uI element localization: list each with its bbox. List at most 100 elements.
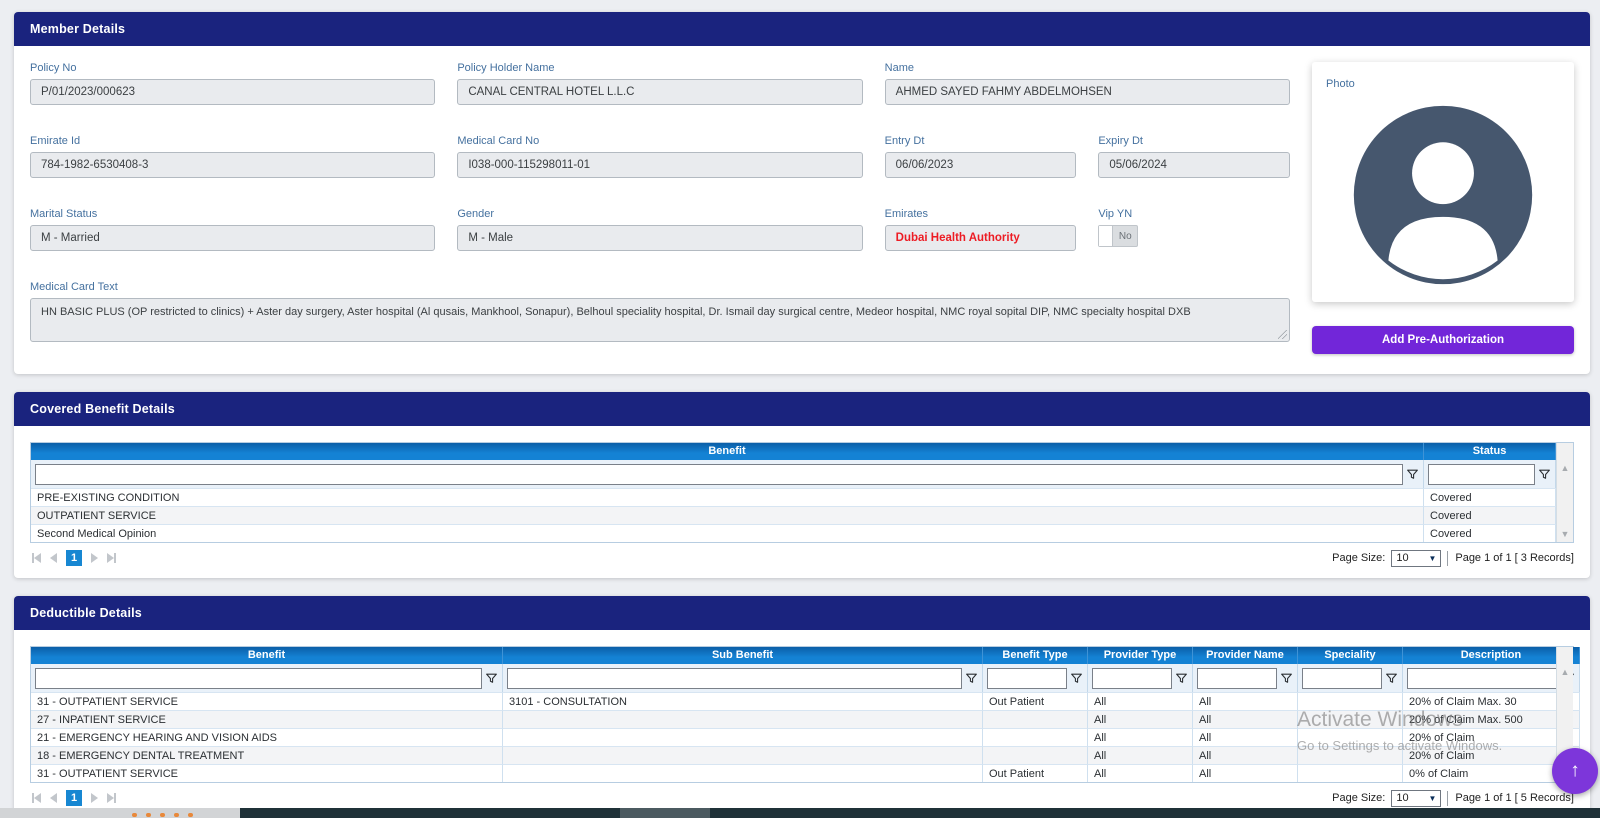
table-cell — [1298, 764, 1403, 782]
table-cell: All — [1193, 710, 1298, 728]
table-cell: 3101 - CONSULTATION — [503, 692, 983, 710]
filter-funnel-icon[interactable] — [965, 672, 978, 685]
gender-label: Gender — [457, 208, 495, 220]
column-header[interactable]: Sub Benefit — [503, 647, 983, 664]
policy-holder-name-input[interactable]: CANAL CENTRAL HOTEL L.L.C — [457, 79, 863, 105]
field-policy-no: Policy No P/01/2023/000623 — [30, 62, 436, 105]
column-filter-cell — [503, 664, 983, 692]
prev-page-button[interactable] — [50, 793, 57, 803]
taskbar-icon-dots — [132, 813, 193, 817]
page-size-label: Page Size: — [1332, 792, 1386, 804]
page-summary: Page 1 of 1 [ 3 Records] — [1447, 550, 1574, 566]
column-header[interactable]: Description — [1403, 647, 1580, 664]
table-cell: All — [1088, 764, 1193, 782]
scroll-up-icon[interactable]: ▲ — [1561, 463, 1570, 473]
back-to-top-button[interactable]: ↑ — [1552, 748, 1598, 794]
deductible-pagination: 1 Page Size: 10 ▼ Page 1 of 1 [ 5 Record… — [30, 788, 1574, 808]
filter-funnel-icon[interactable] — [1175, 672, 1188, 685]
emirate-id-input[interactable]: 784-1982-6530408-3 — [30, 152, 436, 178]
table-cell: Out Patient — [983, 692, 1088, 710]
expiry-dt-input[interactable]: 05/06/2024 — [1098, 152, 1290, 178]
page-size-select[interactable]: 10 ▼ — [1391, 789, 1442, 807]
textarea-resize-handle[interactable] — [1278, 330, 1287, 339]
table-cell: All — [1088, 692, 1193, 710]
medical-card-text-label: Medical Card Text — [30, 281, 118, 293]
column-header[interactable]: Status — [1424, 443, 1556, 460]
emirates-input[interactable]: Dubai Health Authority — [884, 225, 1077, 251]
table-cell — [983, 728, 1088, 746]
field-marital-status: Marital Status M - Married — [30, 208, 436, 251]
column-filter-input[interactable] — [1428, 463, 1535, 485]
medical-card-text-textarea[interactable]: HN BASIC PLUS (OP restricted to clinics)… — [30, 298, 1290, 342]
filter-funnel-icon[interactable] — [1280, 672, 1293, 685]
column-filter-input[interactable] — [35, 667, 482, 689]
prev-page-button[interactable] — [50, 553, 57, 563]
page-size-select[interactable]: 10 ▼ — [1391, 549, 1442, 567]
member-details-title: Member Details — [14, 12, 1590, 46]
covered-benefit-card: Covered Benefit Details Benefit Status PRE… — [14, 392, 1590, 578]
table-cell: All — [1193, 728, 1298, 746]
covered-benefit-table: Benefit Status PRE-EXISTING CONDITION Cover… — [30, 442, 1574, 543]
name-input[interactable]: AHMED SAYED FAHMY ABDELMOHSEN — [884, 79, 1290, 105]
marital-status-input[interactable]: M - Married — [30, 225, 436, 251]
next-page-button[interactable] — [91, 553, 98, 563]
vip-yn-toggle[interactable]: No — [1098, 225, 1139, 247]
table-cell — [1298, 746, 1403, 764]
current-page-button[interactable]: 1 — [66, 550, 82, 566]
column-header[interactable]: Provider Name — [1193, 647, 1298, 664]
filter-funnel-icon[interactable] — [485, 672, 498, 685]
filter-funnel-icon[interactable] — [1538, 468, 1551, 481]
scroll-up-icon[interactable]: ▲ — [1561, 667, 1570, 677]
member-details-card: Member Details Policy No P/01/2023/00062… — [14, 12, 1590, 374]
column-filter-input[interactable] — [507, 667, 962, 689]
table-cell: 20% of Claim — [1403, 728, 1580, 746]
field-emirate-id: Emirate Id 784-1982-6530408-3 — [30, 135, 436, 178]
gender-input[interactable]: M - Male — [457, 225, 863, 251]
column-filter-input[interactable] — [1302, 667, 1382, 689]
first-page-button[interactable] — [32, 553, 41, 563]
deductible-title: Deductible Details — [14, 596, 1590, 630]
column-header[interactable]: Benefit Type — [983, 647, 1088, 664]
page-size-label: Page Size: — [1332, 552, 1386, 564]
column-filter-cell — [983, 664, 1088, 692]
last-page-button[interactable] — [107, 793, 116, 803]
table-cell: Out Patient — [983, 764, 1088, 782]
entry-dt-input[interactable]: 06/06/2023 — [884, 152, 1077, 178]
table-cell — [1298, 728, 1403, 746]
column-filter-cell — [31, 460, 1424, 488]
medical-card-no-input[interactable]: I038-000-115298011-01 — [457, 152, 863, 178]
column-filter-cell — [1298, 664, 1403, 692]
filter-funnel-icon[interactable] — [1385, 672, 1398, 685]
table-cell: 18 - EMERGENCY DENTAL TREATMENT — [31, 746, 503, 764]
table-vertical-scrollbar[interactable]: ▲▼ — [1556, 443, 1573, 542]
column-header[interactable]: Benefit — [31, 647, 503, 664]
table-cell — [1298, 692, 1403, 710]
up-arrow-icon: ↑ — [1570, 760, 1580, 781]
column-header[interactable]: Speciality — [1298, 647, 1403, 664]
column-filter-input[interactable] — [1092, 667, 1172, 689]
policy-no-input[interactable]: P/01/2023/000623 — [30, 79, 436, 105]
column-filter-input[interactable] — [1197, 667, 1277, 689]
filter-funnel-icon[interactable] — [1406, 468, 1419, 481]
column-filter-input[interactable] — [35, 463, 1403, 485]
scroll-down-icon[interactable]: ▼ — [1561, 529, 1570, 539]
next-page-button[interactable] — [91, 793, 98, 803]
taskbar-scrollbar-thumb[interactable] — [620, 808, 710, 818]
column-filter-cell — [1193, 664, 1298, 692]
last-page-button[interactable] — [107, 553, 116, 563]
field-entry-dt: Entry Dt 06/06/2023 — [884, 135, 1077, 178]
first-page-button[interactable] — [32, 793, 41, 803]
current-page-button[interactable]: 1 — [66, 790, 82, 806]
table-cell — [503, 728, 983, 746]
entry-dt-label: Entry Dt — [884, 135, 925, 147]
column-filter-cell — [1088, 664, 1193, 692]
filter-funnel-icon[interactable] — [1070, 672, 1083, 685]
add-pre-authorization-button[interactable]: Add Pre-Authorization — [1312, 326, 1574, 354]
covered-benefit-pagination: 1 Page Size: 10 ▼ Page 1 of 1 [ 3 Record… — [30, 548, 1574, 568]
emirate-id-label: Emirate Id — [30, 135, 81, 147]
column-header[interactable]: Provider Type — [1088, 647, 1193, 664]
column-filter-input[interactable] — [1407, 667, 1559, 689]
name-label: Name — [884, 62, 914, 74]
column-header[interactable]: Benefit — [31, 443, 1424, 460]
column-filter-input[interactable] — [987, 667, 1067, 689]
